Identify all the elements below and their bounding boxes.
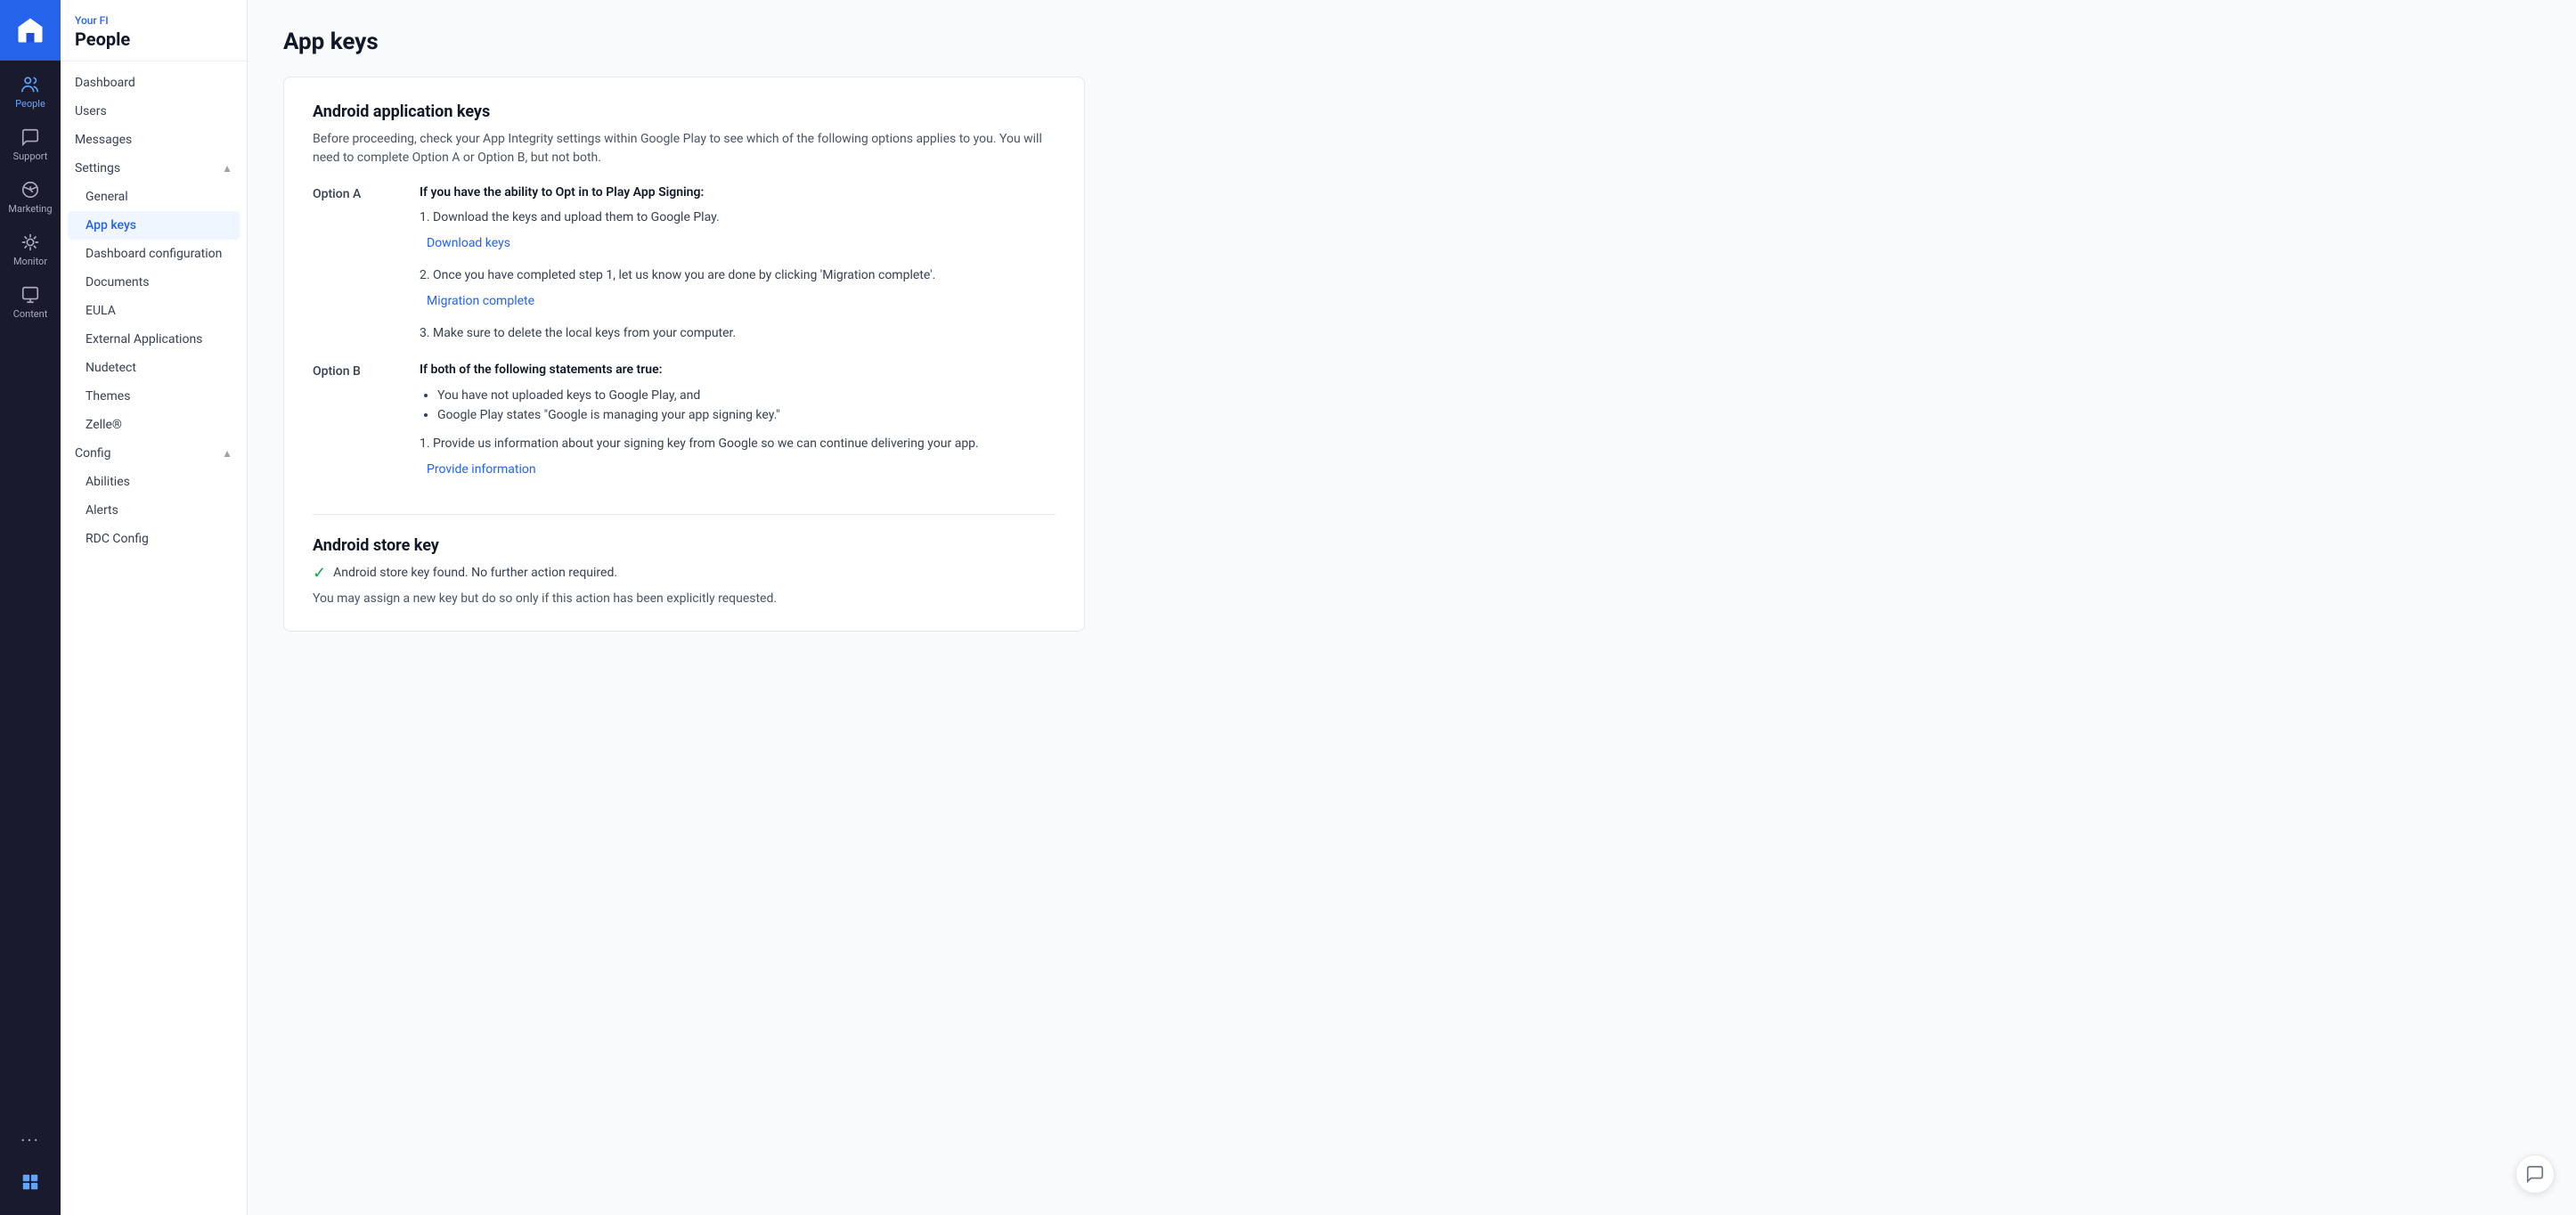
icon-bar: People Support Marketing Monitor: [0, 0, 61, 1215]
sidebar-item-external-applications[interactable]: External Applications: [61, 325, 247, 354]
sidebar-title: People: [75, 29, 232, 50]
step-b-1: 1. Provide us information about your sig…: [420, 435, 1056, 484]
nav-monitor[interactable]: Monitor: [0, 222, 61, 274]
android-store-section: Android store key ✓ Android store key fo…: [313, 536, 1056, 606]
sidebar-item-documents[interactable]: Documents: [61, 268, 247, 297]
sidebar: Your FI People Dashboard Users Messages …: [61, 0, 248, 1215]
additional-text: You may assign a new key but do so only …: [313, 591, 1056, 606]
check-icon: ✓: [313, 564, 326, 583]
sidebar-item-themes[interactable]: Themes: [61, 382, 247, 411]
sidebar-item-nudetect[interactable]: Nudetect: [61, 354, 247, 382]
sidebar-item-users[interactable]: Users: [61, 97, 247, 126]
nav-marketing-label: Marketing: [8, 203, 52, 215]
option-b-heading: If both of the following statements are …: [420, 363, 1056, 377]
provide-information-link[interactable]: Provide information: [420, 462, 1056, 477]
step-a-3: 3. Make sure to delete the local keys fr…: [420, 324, 1056, 343]
step-a-1: 1. Download the keys and upload them to …: [420, 208, 1056, 257]
option-a-row: Option A If you have the ability to Opt …: [313, 185, 1056, 352]
option-a-heading: If you have the ability to Opt in to Pla…: [420, 185, 1056, 200]
sidebar-item-abilities[interactable]: Abilities: [61, 468, 247, 496]
option-b-bullets: You have not uploaded keys to Google Pla…: [420, 386, 1056, 426]
nav-more[interactable]: ···: [20, 1121, 40, 1160]
chat-bubble[interactable]: [2515, 1154, 2555, 1194]
nav-support[interactable]: Support: [0, 117, 61, 169]
download-keys-link[interactable]: Download keys: [420, 236, 1056, 250]
sidebar-item-app-keys[interactable]: App keys: [68, 211, 240, 240]
sidebar-item-alerts[interactable]: Alerts: [61, 496, 247, 525]
android-section-desc: Before proceeding, check your App Integr…: [313, 130, 1056, 167]
option-b-content: If both of the following statements are …: [420, 363, 1056, 493]
sidebar-item-general[interactable]: General: [61, 183, 247, 211]
bullet-item: Google Play states "Google is managing y…: [437, 405, 1056, 425]
sidebar-header: Your FI People: [61, 0, 247, 61]
sidebar-item-zelle[interactable]: Zelle®: [61, 411, 247, 439]
step-a-2: 2. Once you have completed step 1, let u…: [420, 266, 1056, 315]
android-section-title: Android application keys: [313, 102, 1056, 121]
option-b-label: Option B: [313, 363, 384, 493]
option-b-row: Option B If both of the following statem…: [313, 363, 1056, 493]
step-a-2-text: 2. Once you have completed step 1, let u…: [420, 266, 1056, 285]
android-store-title: Android store key: [313, 536, 1056, 555]
sidebar-item-messages[interactable]: Messages: [61, 126, 247, 154]
sidebar-item-eula[interactable]: EULA: [61, 297, 247, 325]
nav-content-label: Content: [13, 308, 48, 320]
app-logo[interactable]: [0, 0, 61, 61]
success-row: ✓ Android store key found. No further ac…: [313, 564, 1056, 583]
nav-marketing[interactable]: Marketing: [0, 169, 61, 222]
step-a-3-text: 3. Make sure to delete the local keys fr…: [420, 324, 1056, 343]
settings-chevron-icon: ▲: [222, 162, 232, 175]
android-app-keys-section: Android application keys Before proceedi…: [313, 102, 1056, 493]
step-a-1-text: 1. Download the keys and upload them to …: [420, 208, 1056, 227]
config-chevron-icon: ▲: [222, 447, 232, 460]
config-section-header[interactable]: Config ▲: [61, 439, 247, 468]
success-text: Android store key found. No further acti…: [333, 566, 617, 580]
sidebar-item-rdc-config[interactable]: RDC Config: [61, 525, 247, 553]
sidebar-nav: Dashboard Users Messages Settings ▲ Gene…: [61, 61, 247, 1215]
main-content: App keys Android application keys Before…: [248, 0, 2576, 1215]
sidebar-item-dashboard[interactable]: Dashboard: [61, 69, 247, 97]
step-b-1-text: 1. Provide us information about your sig…: [420, 435, 1056, 453]
settings-section-header[interactable]: Settings ▲: [61, 154, 247, 183]
sidebar-item-dashboard-configuration[interactable]: Dashboard configuration: [61, 240, 247, 268]
section-divider: [313, 514, 1056, 515]
migration-complete-link[interactable]: Migration complete: [420, 294, 1056, 308]
nav-support-label: Support: [13, 151, 48, 162]
nav-content[interactable]: Content: [0, 274, 61, 327]
fi-label: Your FI: [75, 14, 232, 27]
page-title: App keys: [283, 29, 2540, 55]
nav-puzzle[interactable]: [20, 1163, 40, 1201]
option-a-label: Option A: [313, 185, 384, 352]
nav-monitor-label: Monitor: [13, 256, 47, 267]
bullet-item: You have not uploaded keys to Google Pla…: [437, 386, 1056, 405]
nav-people-label: People: [15, 98, 45, 110]
nav-people[interactable]: People: [0, 64, 61, 117]
content-card: Android application keys Before proceedi…: [283, 77, 1085, 632]
option-a-content: If you have the ability to Opt in to Pla…: [420, 185, 1056, 352]
